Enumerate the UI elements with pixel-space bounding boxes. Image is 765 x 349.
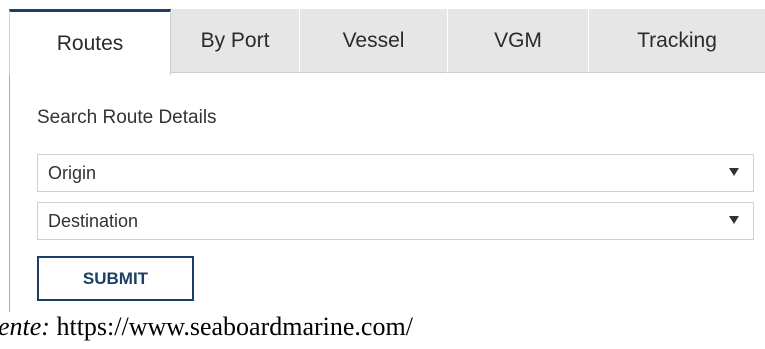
caption-url: https://www.seaboardmarine.com/ [49,312,413,341]
source-caption: ente: https://www.seaboardmarine.com/ [0,312,413,342]
tab-routes[interactable]: Routes [9,9,171,75]
tab-bar: Routes By Port Vessel VGM Tracking [9,9,765,75]
origin-select-value: Origin [48,162,97,183]
panel-heading: Search Route Details [37,107,217,128]
caret-down-icon [729,216,739,224]
tab-by-port[interactable]: By Port [171,9,300,73]
submit-button[interactable]: SUBMIT [37,256,194,301]
tab-tracking[interactable]: Tracking [589,9,765,73]
tab-vessel[interactable]: Vessel [300,9,448,73]
destination-select-value: Destination [48,210,139,231]
caret-down-icon [729,168,739,176]
origin-select[interactable]: Origin [37,154,754,192]
panel-border [9,75,10,312]
tab-vgm[interactable]: VGM [448,9,589,73]
destination-select[interactable]: Destination [37,202,754,240]
caption-prefix: ente: [0,312,50,341]
